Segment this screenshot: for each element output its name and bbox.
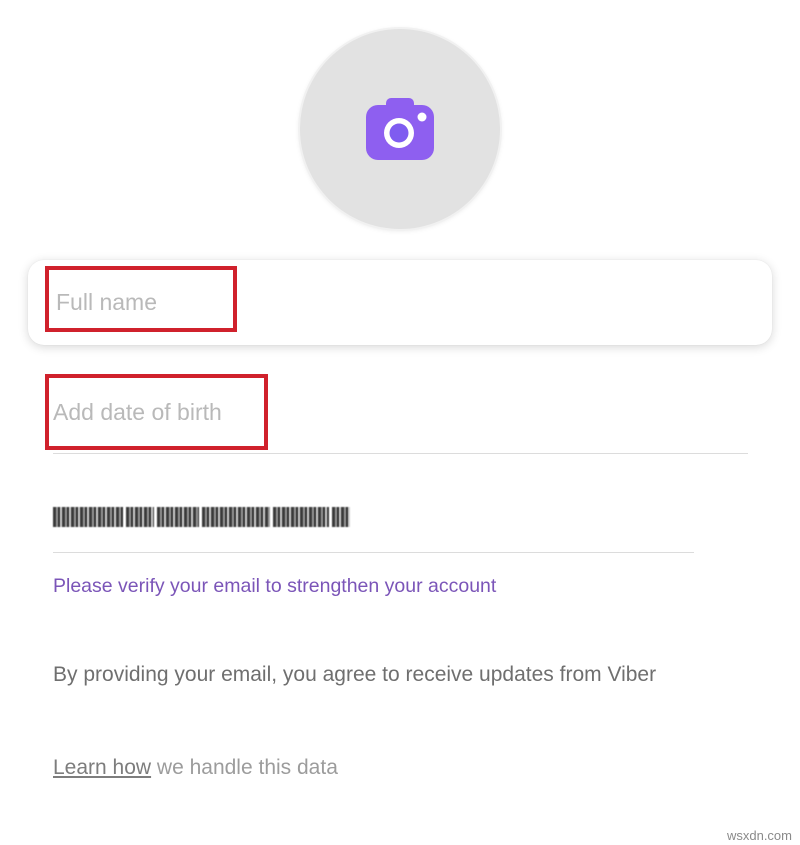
watermark: wsxdn.com [726,828,792,843]
full-name-card [28,260,772,345]
full-name-input[interactable] [56,260,756,345]
camera-icon [366,98,434,160]
learn-how-link[interactable]: Learn how [53,756,151,779]
data-handling-note: Learn how we handle this data [53,756,338,780]
email-field[interactable] [53,495,694,553]
date-of-birth-field[interactable]: Add date of birth [53,385,748,454]
verify-email-link[interactable]: Please verify your email to strengthen y… [53,575,496,598]
edit-profile-screen: Add date of birth Please verify your ema… [0,0,800,845]
email-consent-text: By providing your email, you agree to re… [53,663,657,686]
learn-how-suffix: we handle this data [151,756,338,779]
date-of-birth-placeholder: Add date of birth [53,399,222,425]
profile-photo-button[interactable] [300,29,500,229]
email-value-redacted [53,505,350,529]
